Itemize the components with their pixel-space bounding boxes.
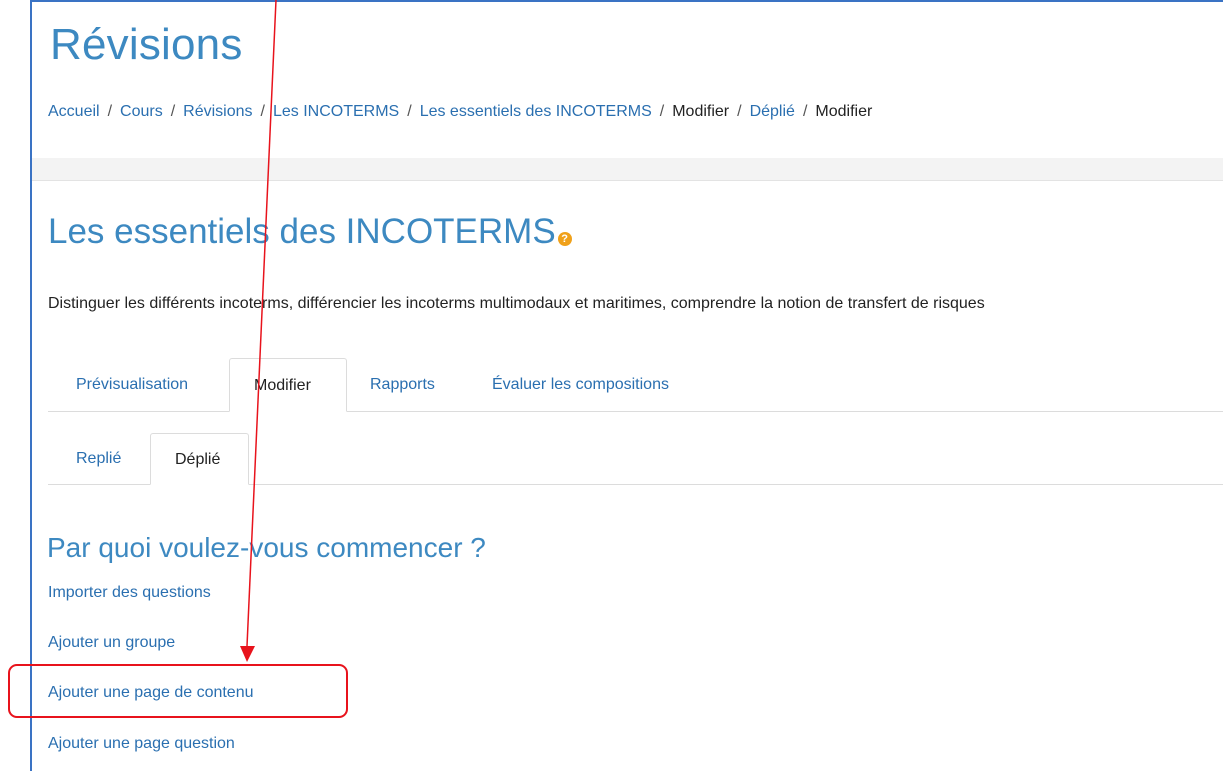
breadcrumb-item-deplie[interactable]: Déplié (750, 103, 795, 121)
breadcrumb-separator: / (802, 103, 808, 120)
arrow-head-icon (240, 646, 255, 662)
tab-modifier[interactable]: Modifier (229, 358, 347, 412)
tab-previsualisation[interactable]: Prévisualisation (52, 358, 212, 411)
header-band (32, 158, 1223, 181)
breadcrumb-item-modifier-current: Modifier (815, 103, 873, 120)
breadcrumb-item-cours[interactable]: Cours (120, 103, 163, 121)
site-title: Révisions (50, 20, 243, 69)
page-title-text: Les essentiels des INCOTERMS (48, 212, 556, 251)
breadcrumb-item-accueil[interactable]: Accueil (48, 103, 100, 121)
page-description: Distinguer les différents incoterms, dif… (48, 295, 985, 312)
add-question-page-link[interactable]: Ajouter une page question (48, 735, 235, 753)
breadcrumb-item-modifier: Modifier (672, 103, 730, 120)
primary-tabs: Prévisualisation Modifier Rapports Évalu… (48, 358, 1223, 412)
help-icon[interactable]: ? (557, 232, 572, 246)
tab-evaluer-compositions[interactable]: Évaluer les compositions (468, 358, 693, 411)
secondary-tabs: Replié Déplié (48, 433, 1223, 485)
breadcrumb-separator: / (659, 103, 665, 120)
breadcrumb: Accueil / Cours / Révisions / Les INCOTE… (48, 103, 872, 121)
page-title: Les essentiels des INCOTERMS ? (48, 212, 572, 252)
breadcrumb-item-incoterms[interactable]: Les INCOTERMS (273, 103, 399, 121)
window-frame-left (30, 0, 32, 771)
window-frame-top (30, 0, 1223, 2)
breadcrumb-item-essentiels[interactable]: Les essentiels des INCOTERMS (420, 103, 652, 121)
breadcrumb-item-revisions[interactable]: Révisions (183, 103, 252, 121)
tab-replie[interactable]: Replié (52, 433, 145, 484)
import-questions-link[interactable]: Importer des questions (48, 584, 211, 602)
tab-rapports[interactable]: Rapports (346, 358, 459, 411)
breadcrumb-separator: / (170, 103, 176, 120)
breadcrumb-separator: / (737, 103, 742, 120)
highlight-box (8, 664, 348, 718)
start-heading: Par quoi voulez-vous commencer ? (47, 532, 486, 563)
add-group-link[interactable]: Ajouter un groupe (48, 634, 175, 652)
tab-deplie[interactable]: Déplié (150, 433, 249, 485)
breadcrumb-separator: / (107, 103, 113, 120)
breadcrumb-separator: / (407, 103, 412, 120)
breadcrumb-separator: / (260, 103, 265, 120)
